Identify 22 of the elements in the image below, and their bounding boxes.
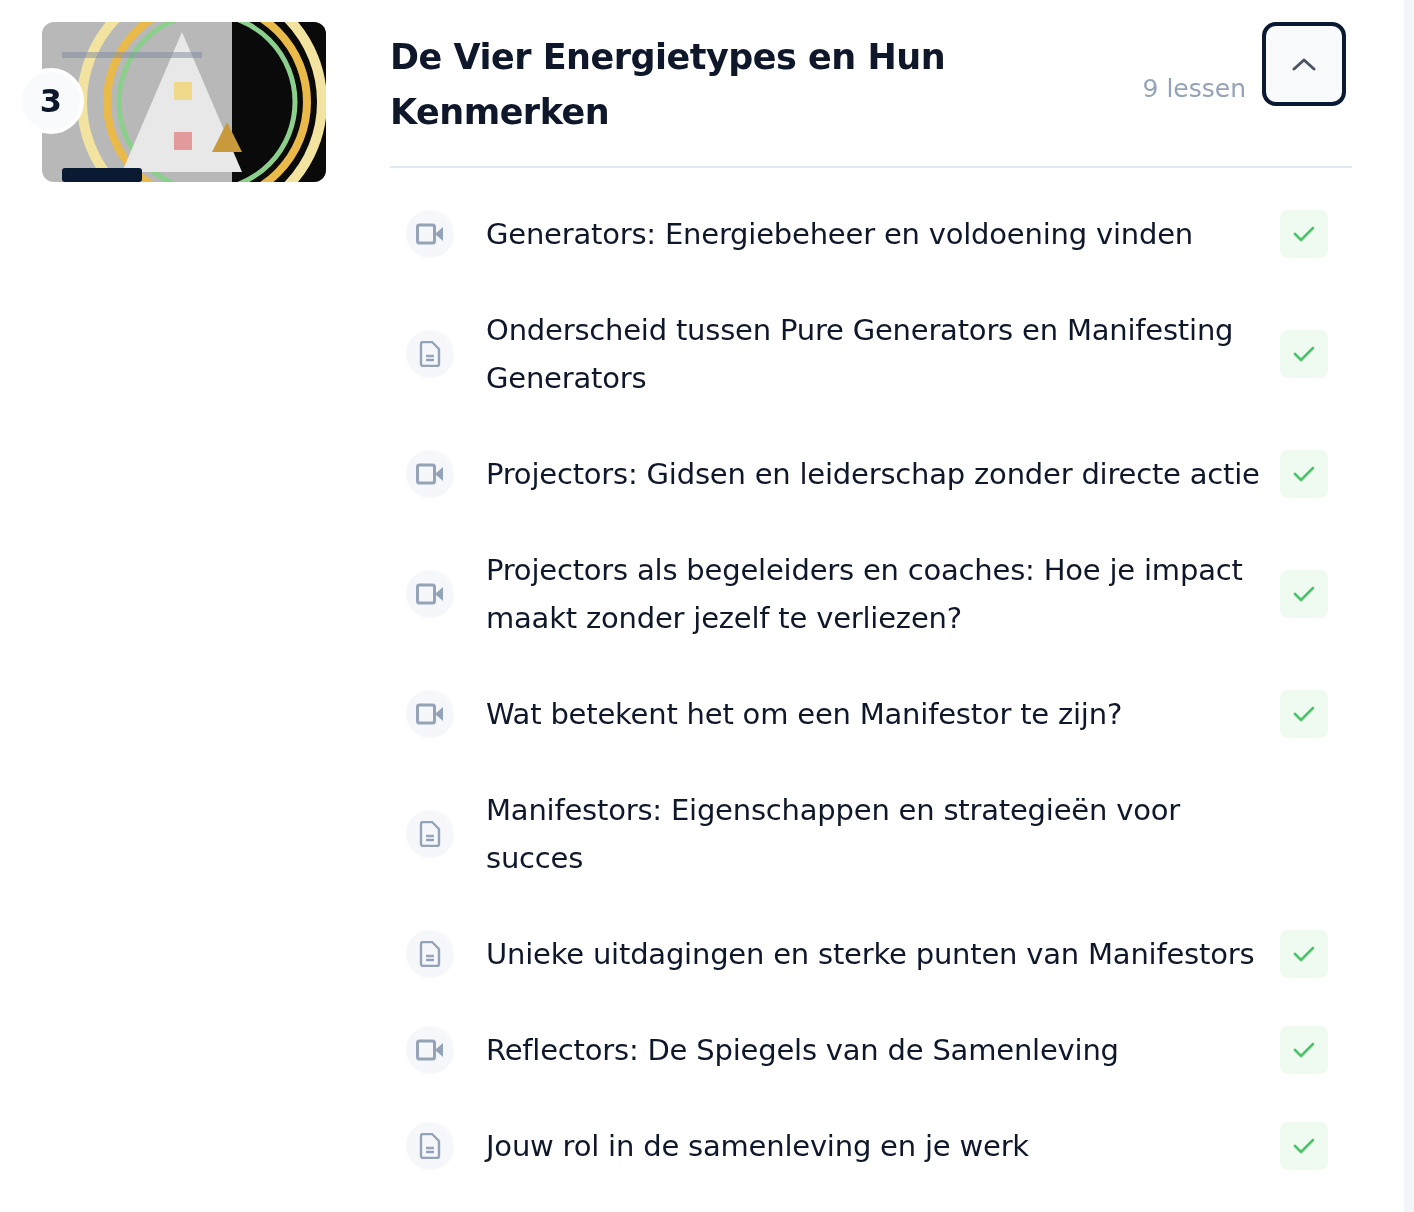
video-camera-icon <box>416 583 444 605</box>
collapse-toggle-button[interactable] <box>1262 22 1346 106</box>
lesson-title[interactable]: Projectors: Gidsen en leiderschap zonder directe actie <box>486 450 1280 498</box>
module-title: De Vier Energietypes en Hun Kenmerken <box>390 36 947 134</box>
lesson-title[interactable]: Onderscheid tussen Pure Generators en Manifesting Generators <box>486 306 1280 402</box>
video-camera-icon <box>416 1039 444 1061</box>
lesson-title[interactable]: Projectors als begeleiders en coaches: Hoe je impact maakt zonder jezelf te verliezen? <box>486 546 1280 642</box>
video-camera-icon <box>416 463 444 485</box>
lesson-title[interactable]: Generators: Energiebeheer en voldoening vinden <box>486 210 1280 258</box>
document-icon <box>419 341 441 367</box>
document-icon <box>419 821 441 847</box>
document-icon <box>419 1133 441 1159</box>
lesson-title[interactable]: Unieke uitdagingen en sterke punten van Manifestors <box>486 930 1280 978</box>
lesson-title[interactable]: Wat betekent het om een Manifestor te zijn? <box>486 690 1280 738</box>
video-camera-icon <box>416 703 444 725</box>
chevron-up-icon <box>1292 57 1316 71</box>
lesson-title[interactable]: Jouw rol in de samenleving en je werk <box>486 1122 1280 1170</box>
lesson-count: 9 lessen <box>1142 73 1246 105</box>
lesson-title[interactable]: Reflectors: De Spiegels van de Samenleving <box>486 1026 1280 1074</box>
document-icon <box>419 941 441 967</box>
video-camera-icon <box>416 223 444 245</box>
lesson-title[interactable]: Manifestors: Eigenschappen en strategieën voor succes <box>486 786 1280 882</box>
